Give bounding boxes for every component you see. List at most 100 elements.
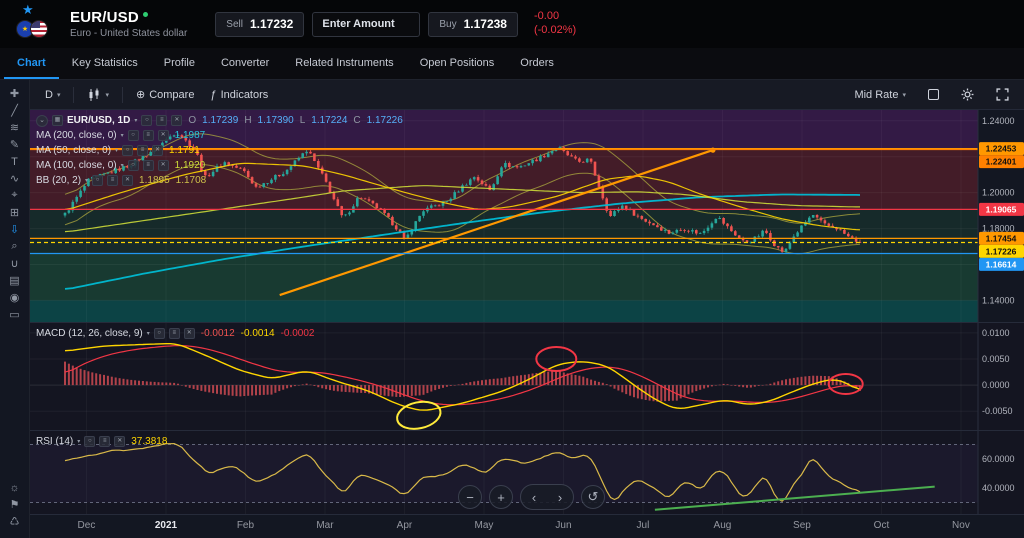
tab-converter[interactable]: Converter <box>208 48 282 79</box>
indicator-value: 1.17239 <box>202 115 239 126</box>
legend-settings-button[interactable]: ≡ <box>142 130 154 141</box>
title-block: EUR/USD Euro - United States dollar <box>70 9 187 39</box>
tab-related-instruments[interactable]: Related Instruments <box>282 48 406 79</box>
indicators-button[interactable]: ƒ Indicators <box>203 86 275 104</box>
tab-open-positions[interactable]: Open Positions <box>407 48 508 79</box>
chart-column: D ▾ ▾ ⊕ Compare ƒ Indicators Mid Rate ▾ … <box>30 80 1024 538</box>
buy-button[interactable]: Buy 1.17238 <box>428 11 518 37</box>
tab-profile[interactable]: Profile <box>151 48 208 79</box>
text-tool-icon[interactable]: T <box>3 153 27 170</box>
macd-panel[interactable]: 0.0100 0.0050 0.0000 -0.0050 MACD (12, 26, … <box>30 322 1024 431</box>
eye-tool-icon[interactable]: ◉ <box>3 289 27 306</box>
amount-input[interactable] <box>312 11 421 37</box>
indicator-label[interactable]: MA (50, close, 0) <box>36 145 111 156</box>
templates-tool-icon[interactable]: ▤ <box>3 272 27 289</box>
stickers-tool-icon[interactable]: ⊞ <box>3 204 27 221</box>
legend-settings-button[interactable]: ≡ <box>142 160 154 171</box>
macd-legend: MACD (12, 26, close, 9) ▾ ○ ≡ ✕ -0.0012 -0.001… <box>36 326 315 341</box>
indicator-label[interactable]: BB (20, 2) <box>36 175 81 186</box>
measure-tool-icon[interactable]: ⌕ <box>3 238 27 255</box>
legend-delete-button[interactable]: ✕ <box>114 436 126 447</box>
trading-platform: ★ ★ EUR/USD Euro - United States dollar … <box>0 0 1024 538</box>
legend-settings-button[interactable]: ≡ <box>168 328 180 339</box>
price-chart-panel[interactable]: 1.24000 1.20000 1.18000 1.14000 1.22453 1.224… <box>30 110 1024 322</box>
tab-chart[interactable]: Chart <box>4 48 59 79</box>
svg-text:40.0000: 40.0000 <box>982 483 1015 493</box>
favorite-star-icon[interactable]: ★ <box>22 2 34 18</box>
gear-icon <box>961 88 974 101</box>
legend-settings-button[interactable]: ≡ <box>137 145 149 156</box>
arrow-down-tool-icon[interactable]: ⇩ <box>3 221 27 238</box>
time-axis[interactable]: Dec 2021 Feb Mar Apr May Jun Jul Aug Sep Oct Nov <box>30 514 1024 538</box>
price-change: -0.00 <box>533 10 560 23</box>
indicator-label[interactable]: EUR/USD, 1D <box>67 115 130 126</box>
chart-toolbar: D ▾ ▾ ⊕ Compare ƒ Indicators Mid Rate ▾ <box>30 80 1024 110</box>
zoom-in-button[interactable]: + <box>489 485 513 509</box>
magnet-tool-icon[interactable]: ∪ <box>3 255 27 272</box>
svg-text:1.17226: 1.17226 <box>986 246 1017 256</box>
legend-settings-button[interactable]: ≡ <box>99 436 111 447</box>
price-band <box>30 300 978 322</box>
compare-button[interactable]: ⊕ Compare <box>129 85 201 104</box>
legend-hide-button[interactable]: ○ <box>127 130 139 141</box>
legend-hide-button[interactable]: ○ <box>153 328 165 339</box>
tab-orders[interactable]: Orders <box>507 48 567 79</box>
legend-delete-button[interactable]: ✕ <box>171 115 183 126</box>
indicator-label[interactable]: MA (100, close, 0) <box>36 160 117 171</box>
price-badge: 1.16614 <box>979 257 1024 271</box>
scroll-right-button[interactable]: › <box>547 485 573 509</box>
legend-row: ⌄ ▦ EUR/USD, 1D ▾ ○ ≡ ✕ O 1.17239 H 1.17390 L 1.1722… <box>36 113 403 128</box>
legend-hide-button[interactable]: ○ <box>122 145 134 156</box>
legend-hide-button[interactable]: ○ <box>141 115 153 126</box>
reset-chart-button[interactable]: ↺ <box>581 485 605 509</box>
sell-price: 1.17232 <box>249 17 294 31</box>
legend-delete-button[interactable]: ✕ <box>152 145 164 156</box>
zoom-out-button[interactable]: − <box>458 485 482 509</box>
us-flag-icon <box>30 20 48 38</box>
indicator-label[interactable]: MA (200, close, 0) <box>36 130 117 141</box>
fullscreen-button[interactable] <box>989 85 1016 104</box>
flag-tool-icon[interactable]: ⚑ <box>3 496 27 513</box>
rsi-legend: RSI (14) ▾ ○ ≡ ✕ 37.3818 <box>36 434 167 449</box>
sell-button[interactable]: Sell 1.17232 <box>215 11 305 37</box>
trendline-tool-icon[interactable]: ╱ <box>3 102 27 119</box>
collapse-legend-icon[interactable]: ⌄ <box>36 114 48 127</box>
crosshair-tool-icon[interactable]: ✚ <box>3 85 27 102</box>
svg-text:1.19065: 1.19065 <box>986 204 1017 214</box>
scroll-left-button[interactable]: ‹ <box>521 485 547 509</box>
indicator-label[interactable]: RSI (14) <box>36 436 73 447</box>
camera-icon <box>928 89 939 100</box>
fib-tool-icon[interactable]: ≋ <box>3 119 27 136</box>
mid-rate-dropdown[interactable]: Mid Rate ▾ <box>847 86 913 104</box>
forecast-tool-icon[interactable]: ⌖ <box>3 187 27 204</box>
time-axis-label: Apr <box>396 520 413 531</box>
trash-tool-icon[interactable]: ♺ <box>3 513 27 530</box>
legend-settings-button[interactable]: ≡ <box>156 115 168 126</box>
legend-hide-button[interactable]: ○ <box>84 436 96 447</box>
legend-delete-button[interactable]: ✕ <box>157 130 169 141</box>
svg-text:1.16614: 1.16614 <box>986 259 1017 269</box>
chevron-down-icon: ▾ <box>85 178 89 184</box>
svg-text:1.22453: 1.22453 <box>986 144 1017 154</box>
legend-settings-button[interactable]: ≡ <box>107 175 119 186</box>
legend-hide-button[interactable]: ○ <box>127 160 139 171</box>
chevron-down-icon: ▾ <box>146 331 150 337</box>
chevron-down-icon: ▾ <box>105 91 109 99</box>
timeframe-button[interactable]: D ▾ <box>38 86 67 104</box>
idea-bulb-icon[interactable]: ☼ <box>3 479 27 496</box>
settings-button[interactable] <box>954 85 981 104</box>
legend-hide-button[interactable]: ○ <box>92 175 104 186</box>
legend-delete-button[interactable]: ✕ <box>157 160 169 171</box>
snapshot-button[interactable] <box>921 86 946 103</box>
legend-menu-icon[interactable]: ▦ <box>52 115 63 126</box>
chevron-down-icon: ▾ <box>115 148 119 154</box>
indicator-label[interactable]: MACD (12, 26, close, 9) <box>36 328 143 339</box>
pattern-tool-icon[interactable]: ∿ <box>3 170 27 187</box>
legend-delete-button[interactable]: ✕ <box>183 328 195 339</box>
indicator-value: 1.1895 <box>139 175 170 186</box>
legend-delete-button[interactable]: ✕ <box>122 175 134 186</box>
ruler-tool-icon[interactable]: ▭ <box>3 306 27 323</box>
tab-key-statistics[interactable]: Key Statistics <box>59 48 151 79</box>
brush-tool-icon[interactable]: ✎ <box>3 136 27 153</box>
chart-type-button[interactable]: ▾ <box>80 85 116 105</box>
